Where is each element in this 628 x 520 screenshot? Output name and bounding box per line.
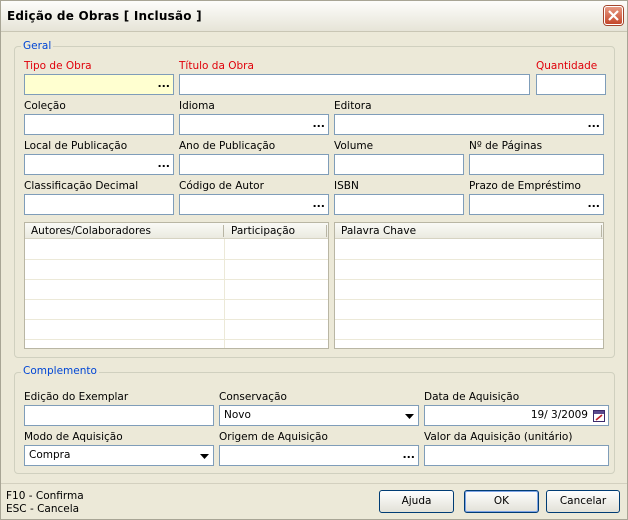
complemento-legend: Complemento [21, 365, 99, 377]
ellipsis-icon[interactable]: ... [157, 158, 170, 170]
num-paginas-field[interactable] [469, 154, 604, 175]
isbn-field[interactable] [334, 194, 464, 215]
grid-row-line [25, 339, 328, 340]
close-icon [608, 10, 619, 21]
palavra-grid-header: Palavra Chave [335, 223, 603, 239]
valor-aquisicao-field[interactable] [424, 445, 609, 466]
local-publicacao-label: Local de Publicação [24, 140, 128, 152]
title-bar[interactable]: Edição de Obras [ Inclusão ] [1, 1, 627, 32]
conservacao-label: Conservação [219, 391, 287, 403]
isbn-label: ISBN [334, 180, 359, 192]
window-title: Edição de Obras [ Inclusão ] [7, 9, 202, 23]
tipo-obra-label: Tipo de Obra [24, 60, 92, 72]
classificacao-label: Classificação Decimal [24, 180, 139, 192]
participacao-col-header[interactable]: Participação [231, 225, 295, 237]
grid-row-line [335, 279, 603, 280]
data-aquisicao-field[interactable]: 19/ 3/2009 [424, 405, 609, 426]
grid-row-line [335, 299, 603, 300]
titulo-obra-field[interactable] [179, 74, 530, 95]
hint-esc: ESC - Cancela [6, 503, 80, 515]
titulo-obra-label: Título da Obra [179, 60, 254, 72]
local-publicacao-field[interactable]: ... [24, 154, 174, 175]
valor-aquisicao-label: Valor da Aquisição (unitário) [424, 431, 573, 443]
ellipsis-icon[interactable]: ... [587, 198, 600, 210]
cancelar-button[interactable]: Cancelar [546, 490, 620, 513]
quantidade-label: Quantidade [536, 60, 598, 72]
grid-row-line [335, 259, 603, 260]
ajuda-button[interactable]: Ajuda [379, 490, 454, 513]
palavra-chave-col-header[interactable]: Palavra Chave [341, 225, 416, 237]
colecao-field[interactable] [24, 114, 174, 135]
dialog-window: Edição de Obras [ Inclusão ] Geral Tipo … [0, 0, 628, 520]
grid-row-line [25, 299, 328, 300]
geral-legend: Geral [21, 40, 54, 52]
modo-aquisicao-value: Compra [29, 449, 71, 461]
modo-aquisicao-select[interactable]: Compra [24, 445, 214, 466]
num-paginas-label: Nº de Páginas [469, 140, 543, 152]
autores-col-header[interactable]: Autores/Colaboradores [31, 225, 151, 237]
ellipsis-icon[interactable]: ... [312, 198, 325, 210]
calendar-icon[interactable] [593, 410, 605, 422]
grid-row-line [25, 279, 328, 280]
quantidade-field[interactable] [536, 74, 606, 95]
idioma-field[interactable]: ... [179, 114, 329, 135]
origem-aquisicao-field[interactable]: ... [219, 445, 419, 466]
conservacao-value: Novo [224, 409, 251, 421]
colecao-label: Coleção [24, 100, 66, 112]
prazo-emprestimo-label: Prazo de Empréstimo [469, 180, 581, 192]
ok-button[interactable]: OK [464, 490, 539, 513]
hint-f10: F10 - Confirma [6, 490, 84, 502]
idioma-label: Idioma [179, 100, 215, 112]
close-button[interactable] [604, 6, 623, 25]
grid-row-line [335, 319, 603, 320]
ano-publicacao-label: Ano de Publicação [179, 140, 276, 152]
column-divider[interactable] [601, 225, 602, 237]
edicao-exemplar-label: Edição do Exemplar [24, 391, 129, 403]
grid-row-line [25, 319, 328, 320]
ellipsis-icon[interactable]: ... [157, 78, 170, 90]
editora-field[interactable]: ... [334, 114, 604, 135]
column-divider[interactable] [223, 225, 224, 237]
volume-label: Volume [334, 140, 374, 152]
tipo-obra-field[interactable]: ... [24, 74, 174, 95]
ellipsis-icon[interactable]: ... [587, 118, 600, 130]
dropdown-arrow-icon[interactable] [200, 454, 209, 459]
dropdown-arrow-icon[interactable] [405, 414, 414, 419]
volume-field[interactable] [334, 154, 464, 175]
autores-grid-header: Autores/Colaboradores Participação [25, 223, 328, 239]
palavra-chave-grid[interactable]: Palavra Chave [334, 222, 604, 349]
data-aquisicao-value: 19/ 3/2009 [530, 409, 588, 421]
editora-label: Editora [334, 100, 372, 112]
footer-divider [1, 483, 627, 484]
grid-row-line [335, 339, 603, 340]
origem-aquisicao-label: Origem de Aquisição [219, 431, 328, 443]
data-aquisicao-label: Data de Aquisição [424, 391, 520, 403]
modo-aquisicao-label: Modo de Aquisição [24, 431, 123, 443]
ellipsis-icon[interactable]: ... [402, 449, 415, 461]
grid-row-line [25, 259, 328, 260]
classificacao-field[interactable] [24, 194, 174, 215]
column-divider[interactable] [326, 225, 327, 237]
ano-publicacao-field[interactable] [179, 154, 329, 175]
codigo-autor-label: Código de Autor [179, 180, 264, 192]
codigo-autor-field[interactable]: ... [179, 194, 329, 215]
ellipsis-icon[interactable]: ... [312, 118, 325, 130]
grid-column-line [224, 239, 225, 348]
conservacao-select[interactable]: Novo [219, 405, 419, 426]
prazo-emprestimo-field[interactable]: ... [469, 194, 604, 215]
autores-grid[interactable]: Autores/Colaboradores Participação [24, 222, 329, 349]
edicao-exemplar-field[interactable] [24, 405, 214, 426]
